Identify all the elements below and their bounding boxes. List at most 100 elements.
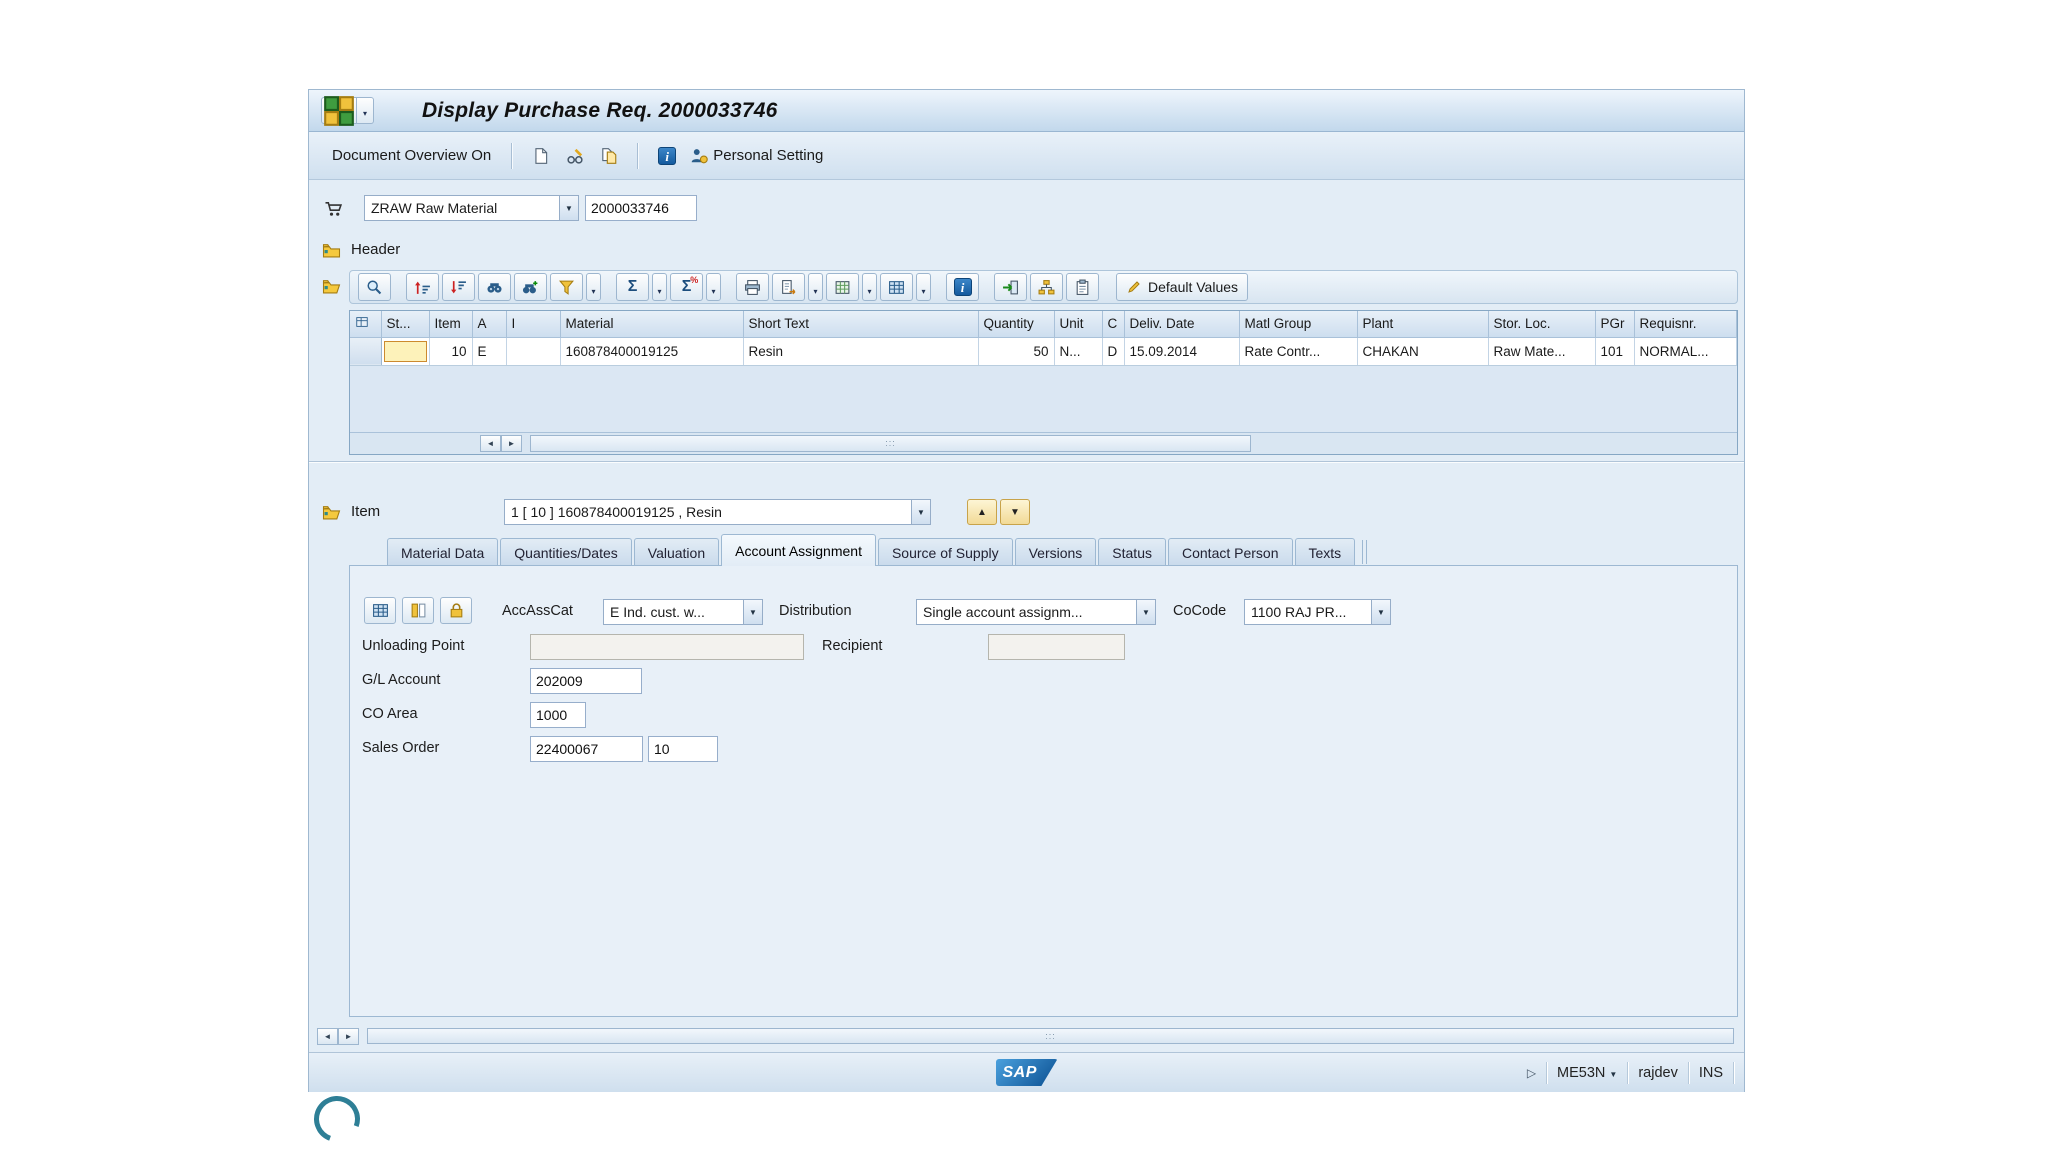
- previous-item-button[interactable]: ▲: [967, 499, 997, 525]
- cell-quantity[interactable]: 50: [978, 337, 1055, 366]
- accasscat-select[interactable]: E Ind. cust. w... ▼: [603, 599, 763, 625]
- tab-status[interactable]: Status: [1098, 538, 1166, 566]
- clipboard-button[interactable]: [1066, 273, 1099, 301]
- sort-ascending-button[interactable]: [406, 273, 439, 301]
- cell-pgr[interactable]: 101: [1595, 337, 1635, 366]
- dropdown-arrow-icon[interactable]: ▼: [743, 600, 762, 624]
- cell-requisnr[interactable]: NORMAL...: [1634, 337, 1737, 366]
- acc-table-view-button[interactable]: [364, 597, 396, 624]
- scrollbar-track[interactable]: :::: [367, 1028, 1734, 1044]
- column-header-material[interactable]: Material: [560, 311, 744, 338]
- document-type-select[interactable]: ZRAW Raw Material ▼: [364, 195, 579, 221]
- find-next-button[interactable]: [514, 273, 547, 301]
- acc-lock-button[interactable]: [440, 597, 472, 624]
- cell-material[interactable]: 160878400019125: [560, 337, 744, 366]
- item-detail-collapse-button[interactable]: [317, 500, 345, 524]
- dropdown-arrow-icon[interactable]: ▼: [1371, 600, 1390, 624]
- header-expand-button[interactable]: [317, 238, 345, 262]
- column-header-quantity[interactable]: Quantity: [978, 311, 1055, 338]
- scrollbar-grip[interactable]: :::: [885, 438, 896, 448]
- column-header-matl-group[interactable]: Matl Group: [1239, 311, 1358, 338]
- status-cell[interactable]: [381, 337, 430, 366]
- status-expand-icon[interactable]: ▷: [1527, 1066, 1536, 1080]
- cell-unit[interactable]: N...: [1054, 337, 1103, 366]
- column-header-i[interactable]: I: [506, 311, 561, 338]
- column-header-c[interactable]: C: [1102, 311, 1125, 338]
- transaction-code[interactable]: ME53N ▼: [1557, 1065, 1617, 1081]
- tab-quantities-dates[interactable]: Quantities/Dates: [500, 538, 632, 566]
- tab-source-of-supply[interactable]: Source of Supply: [877, 538, 1013, 566]
- distribution-select[interactable]: Single account assignm... ▼: [916, 599, 1156, 625]
- default-values-button[interactable]: Default Values: [1116, 273, 1249, 301]
- column-header-plant[interactable]: Plant: [1357, 311, 1489, 338]
- spreadsheet-menu-button[interactable]: ▾: [862, 273, 877, 301]
- tab-versions[interactable]: Versions: [1014, 538, 1097, 566]
- layout-button[interactable]: [880, 273, 913, 301]
- gl-account-field[interactable]: [530, 668, 642, 694]
- recipient-field[interactable]: [988, 634, 1125, 660]
- create-document-button[interactable]: [526, 142, 556, 170]
- sum-menu-button[interactable]: ▾: [652, 273, 667, 301]
- column-header-status[interactable]: St...: [381, 311, 430, 338]
- scroll-left-button[interactable]: ◄: [480, 434, 501, 452]
- tab-valuation[interactable]: Valuation: [633, 538, 720, 566]
- hierarchy-button[interactable]: [1030, 273, 1063, 301]
- co-area-field[interactable]: [530, 702, 586, 728]
- unloading-point-field[interactable]: [530, 634, 804, 660]
- row-selector-cell[interactable]: [350, 337, 382, 366]
- subtotal-menu-button[interactable]: ▾: [706, 273, 721, 301]
- tab-contact-person[interactable]: Contact Person: [1168, 538, 1293, 566]
- dropdown-arrow-icon[interactable]: ▼: [1136, 600, 1155, 624]
- export-button[interactable]: [772, 273, 805, 301]
- transaction-menu-button[interactable]: [321, 95, 357, 126]
- column-select-all[interactable]: [350, 311, 382, 338]
- item-overview-collapse-button[interactable]: [317, 274, 345, 298]
- acc-toggle-button[interactable]: [402, 597, 434, 624]
- scrollbar-grip[interactable]: :::: [1045, 1031, 1056, 1041]
- column-header-pgr[interactable]: PGr: [1595, 311, 1635, 338]
- find-button[interactable]: [478, 273, 511, 301]
- transaction-menu-caret-button[interactable]: ▾: [357, 97, 374, 124]
- other-document-button[interactable]: [594, 142, 624, 170]
- dropdown-arrow-icon[interactable]: ▼: [911, 500, 930, 524]
- export-menu-button[interactable]: ▾: [808, 273, 823, 301]
- grid-info-button[interactable]: i: [946, 273, 979, 301]
- dropdown-arrow-icon[interactable]: ▼: [559, 196, 578, 220]
- tab-account-assignment[interactable]: Account Assignment: [721, 534, 876, 566]
- tab-texts[interactable]: Texts: [1294, 538, 1356, 566]
- cell-c[interactable]: D: [1102, 337, 1125, 366]
- print-button[interactable]: [736, 273, 769, 301]
- cell-short-text[interactable]: Resin: [743, 337, 979, 366]
- column-header-a[interactable]: A: [472, 311, 507, 338]
- scrollbar-track[interactable]: :::: [530, 434, 1251, 452]
- cell-a[interactable]: E: [472, 337, 507, 366]
- column-header-requisnr[interactable]: Requisnr.: [1634, 311, 1737, 338]
- grid-horizontal-scrollbar[interactable]: ◄ ► :::: [350, 431, 1737, 454]
- column-header-stor-loc[interactable]: Stor. Loc.: [1488, 311, 1596, 338]
- details-button[interactable]: [358, 273, 391, 301]
- cell-item[interactable]: 10: [429, 337, 473, 366]
- layout-menu-button[interactable]: ▾: [916, 273, 931, 301]
- document-number-field[interactable]: [585, 195, 697, 221]
- main-horizontal-scrollbar[interactable]: ◄ ► :::: [309, 1026, 1744, 1046]
- column-header-item[interactable]: Item: [429, 311, 473, 338]
- column-header-short-text[interactable]: Short Text: [743, 311, 979, 338]
- cell-stor-loc[interactable]: Raw Mate...: [1488, 337, 1596, 366]
- item-select[interactable]: 1 [ 10 ] 160878400019125 , Resin ▼: [504, 499, 931, 525]
- spreadsheet-button[interactable]: [826, 273, 859, 301]
- subtotal-button[interactable]: Σ%: [670, 273, 703, 301]
- display-change-button[interactable]: [560, 142, 590, 170]
- filter-button[interactable]: [550, 273, 583, 301]
- column-header-unit[interactable]: Unit: [1054, 311, 1103, 338]
- messages-button[interactable]: i: [652, 142, 682, 170]
- personal-setting-button[interactable]: Personal Setting: [686, 142, 827, 170]
- sales-order-field[interactable]: [530, 736, 643, 762]
- transaction-caret-icon[interactable]: ▼: [1609, 1070, 1617, 1079]
- tab-material-data[interactable]: Material Data: [387, 538, 499, 566]
- column-header-deliv-date[interactable]: Deliv. Date: [1124, 311, 1240, 338]
- document-overview-button[interactable]: Document Overview On: [325, 143, 498, 168]
- filter-menu-button[interactable]: ▾: [586, 273, 601, 301]
- cocode-select[interactable]: 1100 RAJ PR... ▼: [1244, 599, 1391, 625]
- next-item-button[interactable]: ▼: [1000, 499, 1030, 525]
- scroll-right-button[interactable]: ►: [338, 1027, 359, 1045]
